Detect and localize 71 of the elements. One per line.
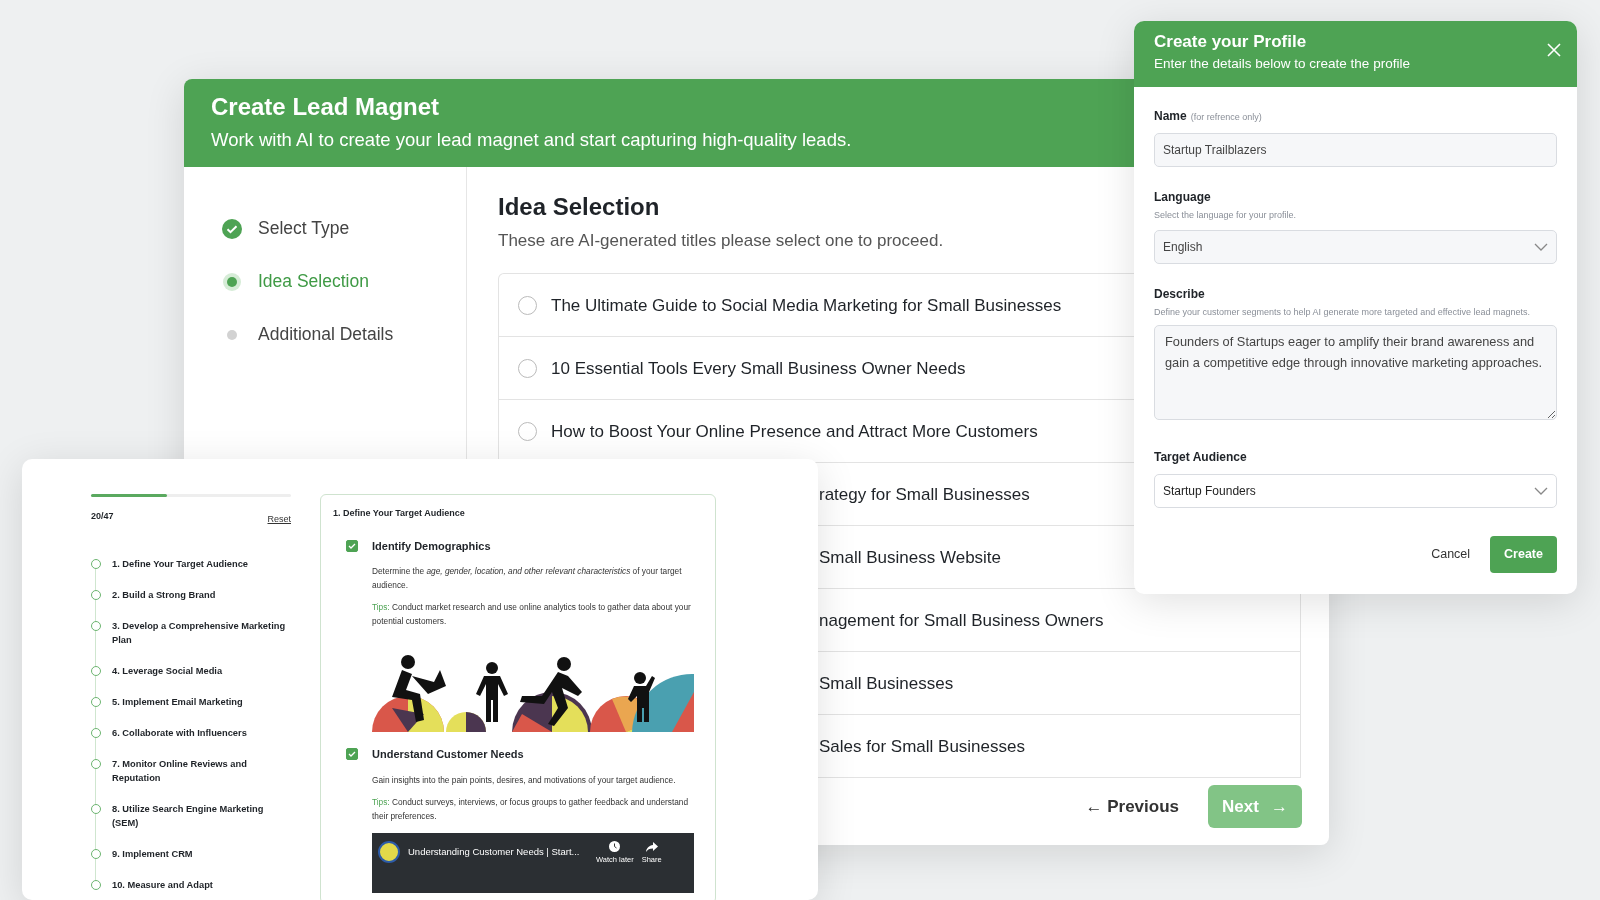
step-circle-icon: [91, 879, 101, 890]
option-label: How to Boost Your Online Presence and Attract More Customers: [551, 420, 1038, 443]
field-note: (for refrence only): [1190, 112, 1262, 122]
radio-button[interactable]: [518, 295, 537, 315]
section-link[interactable]: 10. Measure and Adapt: [112, 877, 213, 892]
cancel-button[interactable]: Cancel: [1425, 544, 1477, 565]
select-field[interactable]: Startup Founders: [1154, 474, 1557, 508]
task-title: Identify Demographics: [372, 538, 492, 554]
check-circle-icon: [222, 218, 242, 239]
step-label[interactable]: Select Type: [258, 215, 350, 242]
reset-link[interactable]: Reset: [267, 513, 291, 527]
chevron-down-icon: [1534, 243, 1548, 251]
current-step-icon: [222, 271, 242, 292]
field-label: Language: [1154, 190, 1211, 204]
step-circle-icon: [91, 727, 101, 738]
section-link[interactable]: 5. Implement Email Marketing: [112, 694, 243, 709]
clock-icon: [609, 840, 621, 852]
option-label: Small Business Website: [819, 546, 1002, 569]
option-label: Small Businesses: [819, 672, 954, 695]
step-label[interactable]: Additional Details: [258, 321, 394, 348]
radio-button[interactable]: [518, 421, 537, 441]
name-input[interactable]: Startup Trailblazers: [1154, 133, 1557, 167]
section-link[interactable]: 2. Build a Strong Brand: [112, 587, 216, 602]
dialog-subtitle: Enter the details below to create the profile: [1154, 55, 1411, 74]
video-title: Understanding Customer Needs | Start...: [408, 844, 581, 859]
option-label: The Ultimate Guide to Social Media Marketing for Small Businesses: [551, 294, 1062, 317]
section-description: These are AI-generated titles please select one to proceed.: [498, 229, 944, 252]
option-label: Sales for Small Businesses: [819, 735, 1025, 758]
task-description: Determine the age, gender, location, and other relevant characteristics of your target audience.: [372, 565, 683, 592]
window-title: Create Lead Magnet: [211, 93, 440, 122]
task-description: Gain insights into the pain points, desires, and motivations of your target audience.: [372, 773, 677, 787]
option-label: rategy for Small Businesses: [819, 483, 1030, 506]
section-link[interactable]: 9. Implement CRM: [112, 846, 193, 861]
section-link[interactable]: 4. Leverage Social Media: [112, 663, 223, 678]
step-circle-icon: [91, 848, 101, 859]
dialog-title: Create your Profile: [1154, 32, 1308, 53]
tip-text: Tips: Conduct surveys, interviews, or focus groups to gather feedback and understand their preferences.: [372, 795, 690, 823]
progress-count: 20/47: [91, 510, 114, 523]
section-link[interactable]: 1. Define Your Target Audience: [112, 556, 249, 571]
step-circle-icon: [91, 803, 101, 814]
previous-button[interactable]: ← Previous: [1079, 792, 1185, 820]
channel-logo-icon: [378, 840, 400, 863]
step-label[interactable]: Idea Selection: [258, 268, 369, 295]
step-circle-icon: [91, 665, 101, 676]
field-label: Target Audience: [1154, 450, 1247, 464]
checkbox[interactable]: [346, 539, 358, 552]
window-subtitle: Work with AI to create your lead magnet and start capturing high-quality leads.: [211, 127, 852, 152]
step-circle-icon: [91, 558, 101, 569]
field-label: Describe: [1154, 287, 1205, 301]
section-link[interactable]: 8. Utilize Search Engine Marketing (SEM): [112, 801, 291, 830]
share-arrow-icon: [645, 840, 658, 852]
tip-text: Tips: Conduct market research and use online analytics tools to gather data about your potential customers.: [372, 601, 692, 628]
section-link[interactable]: 3. Develop a Comprehensive Marketing Plan: [112, 618, 291, 647]
field-hint: Select the language for your profile.: [1154, 209, 1298, 222]
option-label: 10 Essential Tools Every Small Business Owner Needs: [551, 357, 966, 380]
chevron-down-icon: [1534, 487, 1548, 495]
checkbox[interactable]: [346, 748, 358, 760]
task-title: Understand Customer Needs: [372, 747, 525, 762]
radio-button[interactable]: [518, 358, 537, 378]
step-circle-icon: [91, 758, 101, 769]
section-link[interactable]: 6. Collaborate with Influencers: [112, 725, 247, 740]
section-link[interactable]: 7. Monitor Online Reviews and Reputation: [112, 756, 291, 785]
section-title: Idea Selection: [498, 193, 660, 222]
step-circle-icon: [91, 620, 101, 631]
option-label: nagement for Small Business Owners: [819, 609, 1104, 632]
step-circle-icon: [91, 589, 101, 600]
detail-title: 1. Define Your Target Audience: [333, 507, 466, 520]
field-label: Name: [1154, 109, 1187, 123]
select-field[interactable]: English: [1154, 230, 1557, 264]
step-circle-icon: [91, 696, 101, 707]
description-textarea[interactable]: Founders of Startups eager to amplify their brand awareness and gain a competitive edge through innovative marketing approaches.: [1154, 325, 1557, 420]
